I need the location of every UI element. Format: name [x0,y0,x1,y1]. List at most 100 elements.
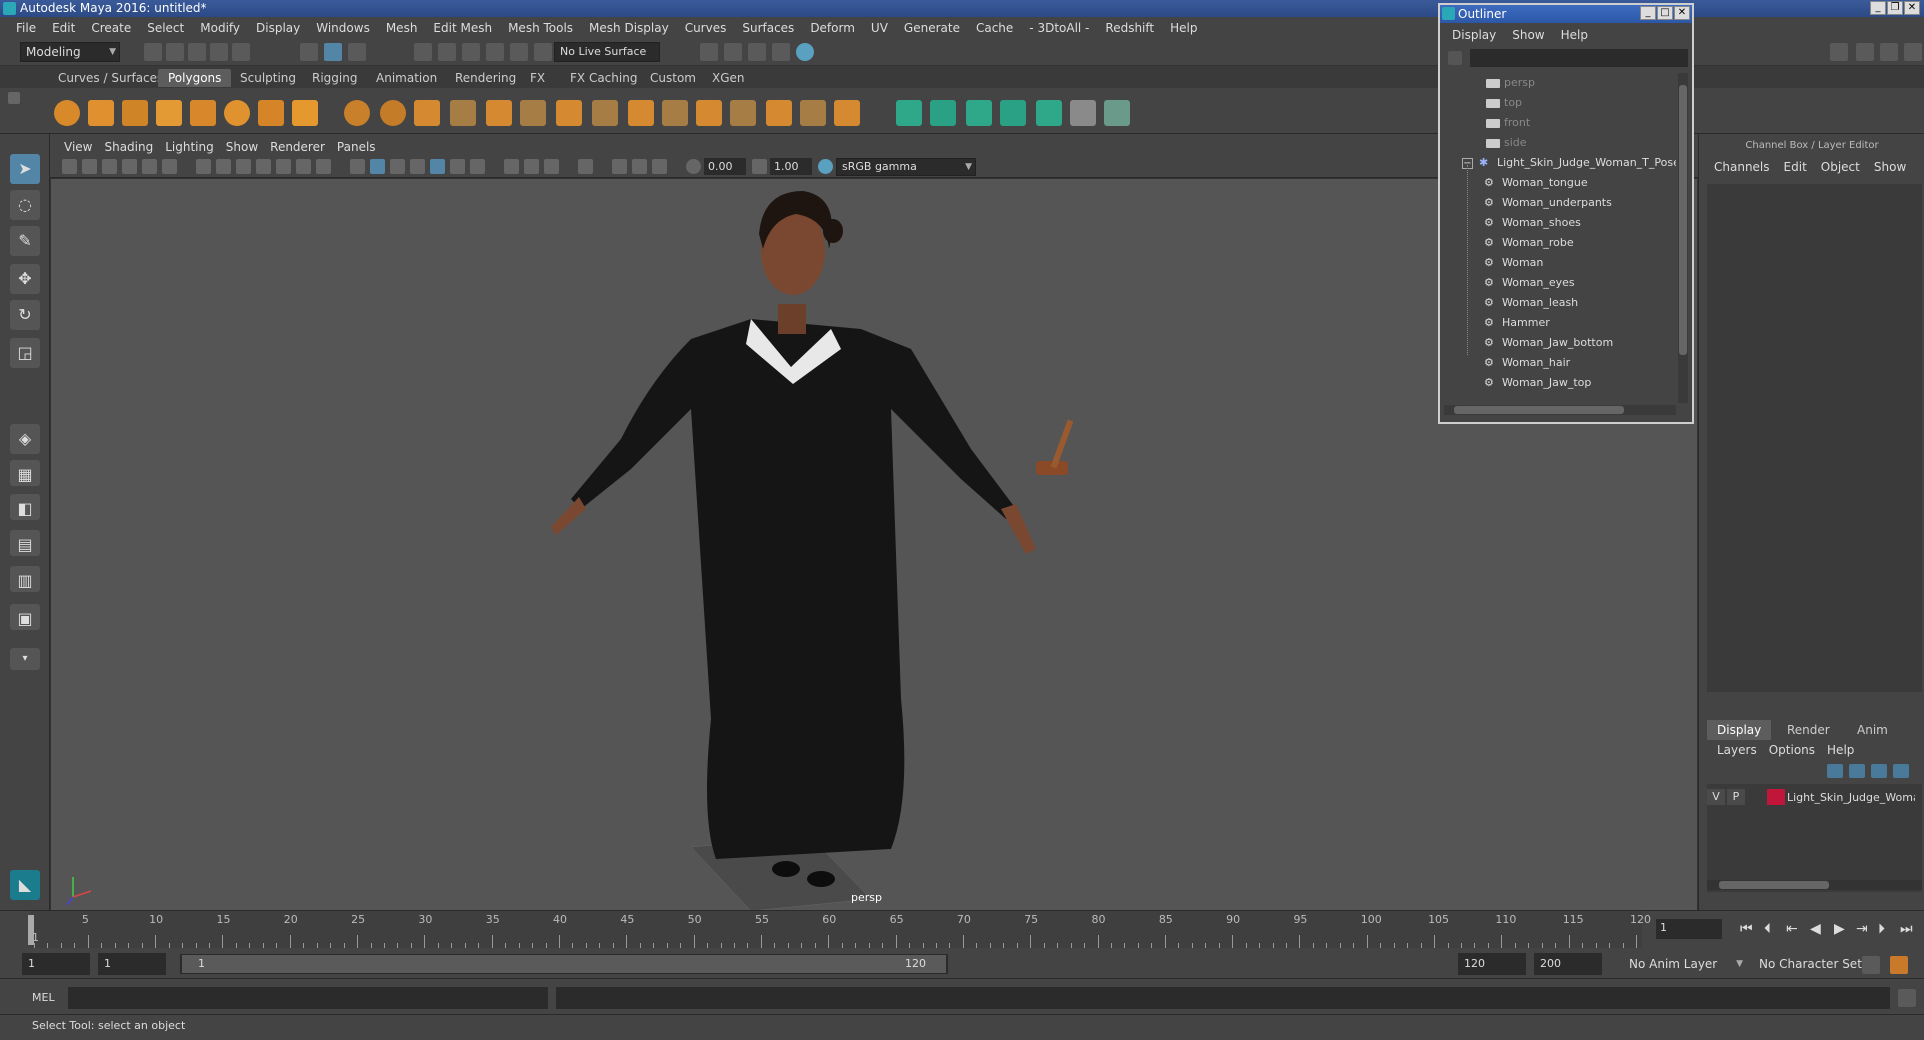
menu-generate[interactable]: Generate [896,21,968,35]
outliner-horizontal-scrollbar[interactable] [1444,405,1676,415]
move-tool-icon[interactable]: ✥ [10,264,40,294]
wireframe-on-shaded-icon[interactable] [410,159,425,174]
render-frame-icon[interactable] [724,43,742,61]
shelf-tab-fx-caching[interactable]: FX Caching [560,69,647,87]
lasso-tool-icon[interactable]: ◌ [10,190,40,220]
layer-tab-render[interactable]: Render [1777,720,1840,740]
target-weld-icon[interactable] [730,100,756,126]
timeline-ruler[interactable]: 5 10 15 20 25 30 35 40 45 50 55 60 65 70 75 80 85 90 95 100… [30,911,1651,949]
cb-menu-object[interactable]: Object [1814,160,1867,178]
anim-layer-dropdown[interactable]: No Anim Layer ▼ [1624,953,1746,975]
close-button[interactable]: ✕ [1904,1,1920,15]
layer-menu-help[interactable]: Help [1821,740,1860,760]
outliner-item-mesh[interactable]: ⚙ Woman [1484,253,1543,273]
x-ray-icon[interactable] [612,159,627,174]
uv-layout-icon[interactable]: ▣ [10,604,40,630]
wireframe-icon[interactable] [350,159,365,174]
outliner-minimize-button[interactable]: _ [1640,6,1656,20]
menu-surfaces[interactable]: Surfaces [734,21,802,35]
combine-icon[interactable] [344,100,370,126]
anti-aliasing-icon[interactable] [544,159,559,174]
poly-torus-icon[interactable] [224,100,250,126]
outliner-menu-show[interactable]: Show [1504,25,1552,45]
isolate-select-icon[interactable] [578,159,593,174]
command-input[interactable] [68,987,548,1009]
insert-edge-loop-icon[interactable] [834,100,860,126]
textured-icon[interactable] [430,159,445,174]
animation-preferences-icon[interactable] [1890,956,1908,974]
minimize-button[interactable]: _ [1870,1,1886,15]
layer-horizontal-scrollbar[interactable] [1707,880,1922,890]
viewport-menu-shading[interactable]: Shading [98,140,159,154]
snap-point-icon[interactable] [462,43,480,61]
outliner-vertical-scrollbar[interactable] [1678,73,1688,403]
range-bar[interactable]: 1 120 [182,955,946,973]
shelf-tab-sculpting[interactable]: Sculpting [230,69,306,87]
step-forward-key-icon[interactable]: ⇥ [1856,921,1868,937]
four-view-layout-icon[interactable]: ▦ [10,460,40,486]
menu-uv[interactable]: UV [863,21,896,35]
menu-deform[interactable]: Deform [802,21,863,35]
current-frame-field[interactable]: 1 [1656,919,1722,939]
shelf-tab-custom[interactable]: Custom [640,69,706,87]
make-live-icon[interactable] [534,43,552,61]
perspective-outliner-layout-icon[interactable]: ◧ [10,494,40,520]
resolution-gate-icon[interactable] [236,159,251,174]
bridge-icon[interactable] [592,100,618,126]
menu-help[interactable]: Help [1162,21,1205,35]
smooth-icon[interactable] [486,100,512,126]
poly-cylinder-icon[interactable] [122,100,148,126]
new-scene-icon[interactable] [144,43,162,61]
animation-start-field[interactable]: 1 [22,953,90,975]
layer-tab-display[interactable]: Display [1707,720,1772,740]
outliner-item-mesh[interactable]: ⚙ Woman_Jaw_bottom [1484,333,1613,353]
menu-modify[interactable]: Modify [192,21,248,35]
film-gate-icon[interactable] [216,159,231,174]
layer-row[interactable]: V P Light_Skin_Judge_Woman_T_Pose [1707,788,1922,806]
quad-draw-icon[interactable] [800,100,826,126]
menu-windows[interactable]: Windows [308,21,378,35]
multi-cut-icon[interactable] [696,100,722,126]
screen-space-ao-icon[interactable] [504,159,519,174]
use-default-material-icon[interactable] [390,159,405,174]
outliner-search-input[interactable] [1470,49,1688,67]
move-layer-down-icon[interactable] [1849,764,1865,778]
outliner-item-mesh[interactable]: ⚙ Woman_hair [1484,353,1570,373]
step-back-frame-icon[interactable]: ⏴ [1764,921,1771,937]
camera-attributes-icon[interactable] [82,159,97,174]
go-to-start-icon[interactable]: ⏮ [1740,921,1753,937]
color-space-dropdown[interactable]: sRGB gamma ▼ [836,158,976,176]
playback-end-field[interactable]: 120 [1458,953,1526,975]
outliner-item-mesh[interactable]: ⚙ Woman_shoes [1484,213,1581,233]
menu-edit-mesh[interactable]: Edit Mesh [425,21,500,35]
outliner-maximize-button[interactable]: □ [1657,6,1673,20]
outliner-item-group[interactable]: − ✱ Light_Skin_Judge_Woman_T_Pose [1462,153,1676,173]
script-editor-icon[interactable] [1898,989,1916,1007]
go-to-end-icon[interactable]: ⏭ [1900,921,1913,937]
gamma-icon[interactable] [752,159,767,174]
bookmark-icon[interactable] [102,159,117,174]
perspective-graph-layout-icon[interactable]: ▤ [10,530,40,556]
paint-select-tool-icon[interactable]: ✎ [10,226,40,256]
shelf-tab-rigging[interactable]: Rigging [302,69,367,87]
animation-end-field[interactable]: 200 [1534,953,1602,975]
use-all-lights-icon[interactable] [450,159,465,174]
scrollbar-thumb[interactable] [1719,881,1829,889]
scrollbar-thumb[interactable] [1679,85,1687,355]
bevel-icon[interactable] [556,100,582,126]
exposure-field[interactable]: 0.00 [704,158,746,175]
layer-type-toggle[interactable] [1747,789,1765,805]
cb-menu-show[interactable]: Show [1867,160,1913,178]
live-surface-field[interactable]: No Live Surface [554,42,660,62]
ipr-render-icon[interactable] [748,43,766,61]
snap-grid-icon[interactable] [414,43,432,61]
separate-icon[interactable] [380,100,406,126]
restore-button[interactable]: ❐ [1887,1,1903,15]
character-set-dropdown[interactable]: No Character Set [1754,953,1878,975]
redo-icon[interactable] [232,43,250,61]
outliner-item-mesh[interactable]: ⚙ Woman_eyes [1484,273,1575,293]
snap-view-icon[interactable] [486,43,504,61]
outliner-close-button[interactable]: ✕ [1674,6,1690,20]
new-layer-icon[interactable] [1871,764,1887,778]
single-perspective-layout-icon[interactable]: ◈ [10,424,40,454]
